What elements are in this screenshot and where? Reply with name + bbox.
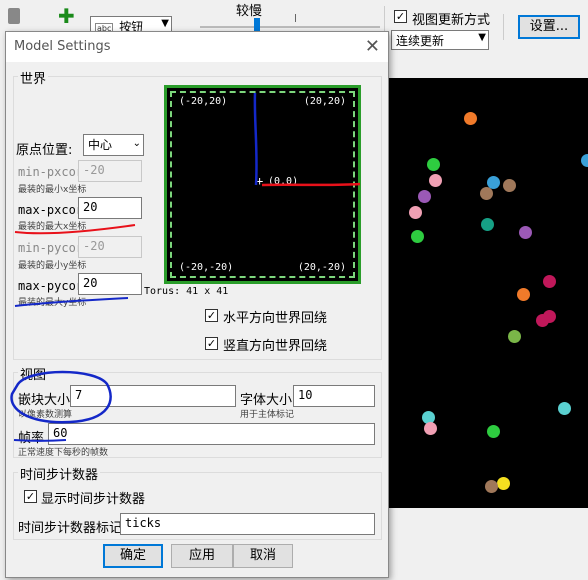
turtle-agent bbox=[480, 187, 493, 200]
speed-slider-track[interactable] bbox=[200, 26, 380, 28]
font-size-label: 字体大小 bbox=[240, 393, 293, 408]
speed-slider-tick bbox=[295, 14, 296, 22]
min-pycor-label: min-pycor bbox=[18, 241, 84, 255]
max-pycor-field[interactable]: 20 bbox=[78, 273, 142, 295]
patch-size-hint: 以像素数测算 bbox=[18, 410, 73, 420]
corner-top-right: (20,20) bbox=[303, 96, 346, 107]
turtle-agent bbox=[497, 477, 510, 490]
view-update-label: 视图更新方式 bbox=[412, 13, 491, 28]
frame-rate-label: 帧率 bbox=[18, 431, 45, 446]
frame-rate-hint: 正常速度下每秒的帧数 bbox=[18, 448, 109, 458]
turtle-agent bbox=[517, 288, 530, 301]
view-group-title: 视图 bbox=[18, 364, 49, 383]
speed-label: 较慢 bbox=[236, 4, 263, 19]
settings-button[interactable]: 设置... bbox=[518, 15, 580, 39]
turtle-agent bbox=[481, 218, 494, 231]
turtle-agent bbox=[508, 330, 521, 343]
close-icon[interactable]: ✕ bbox=[365, 36, 380, 57]
origin-crosshair-icon: + bbox=[256, 174, 264, 188]
dialog-titlebar[interactable]: Model Settings ✕ bbox=[6, 32, 388, 62]
font-size-hint: 用于主体标记 bbox=[240, 410, 295, 420]
wrap-vertical-checkbox[interactable]: ✓ bbox=[205, 337, 218, 350]
max-pycor-label: max-pycor bbox=[18, 279, 84, 293]
origin-select[interactable]: 中心 ⌄ bbox=[83, 134, 144, 156]
world-preview: (-20,20) (20,20) (-20,-20) (20,-20) + (0… bbox=[164, 85, 361, 284]
toolbar-divider bbox=[503, 14, 504, 40]
chevron-down-icon: ⌄ bbox=[132, 138, 141, 149]
turtle-agent bbox=[424, 422, 437, 435]
max-pxcor-label: max-pxcor bbox=[18, 203, 84, 217]
dialog-title: Model Settings bbox=[14, 39, 111, 54]
world-group-title: 世界 bbox=[18, 68, 49, 87]
corner-bottom-right: (20,-20) bbox=[297, 262, 346, 273]
turtle-agent bbox=[429, 174, 442, 187]
font-size-field[interactable]: 10 bbox=[293, 385, 375, 407]
origin-value: 中心 bbox=[88, 138, 113, 152]
min-pycor-hint: 最装的最小y坐标 bbox=[18, 261, 87, 271]
max-pycor-hint: 最装的最大y坐标 bbox=[18, 298, 87, 308]
min-pxcor-label: min-pxcor bbox=[18, 165, 84, 179]
topology-label: Torus: 41 x 41 bbox=[144, 286, 229, 297]
turtle-agent bbox=[558, 402, 571, 415]
wrap-vertical-label: 竖直方向世界回绕 bbox=[223, 339, 328, 354]
turtle-agent bbox=[418, 190, 431, 203]
min-pxcor-hint: 最装的最小x坐标 bbox=[18, 185, 87, 195]
patch-size-field[interactable]: 7 bbox=[70, 385, 236, 407]
tick-counter-label-label: 时间步计数器标记 bbox=[18, 521, 123, 536]
patch-size-label: 嵌块大小 bbox=[18, 393, 71, 408]
turtle-agent bbox=[411, 230, 424, 243]
chevron-down-icon: ▼ bbox=[478, 32, 486, 43]
corner-top-left: (-20,20) bbox=[179, 96, 228, 107]
turtle-agent bbox=[427, 158, 440, 171]
turtle-agent bbox=[519, 226, 532, 239]
model-settings-dialog: Model Settings ✕ 世界 原点位置: 中心 ⌄ min-pxcor… bbox=[5, 31, 389, 578]
turtle-agent bbox=[543, 275, 556, 288]
speed-slider-thumb[interactable] bbox=[254, 18, 260, 32]
chevron-down-icon: ▼ bbox=[161, 18, 169, 29]
apply-button[interactable]: 应用 bbox=[171, 544, 233, 568]
show-tick-counter-label: 显示时间步计数器 bbox=[41, 492, 146, 507]
plus-icon[interactable]: ✚ bbox=[58, 6, 75, 26]
max-pxcor-hint: 最装的最大x坐标 bbox=[18, 222, 87, 232]
turtle-agent bbox=[409, 206, 422, 219]
turtle-agent bbox=[487, 425, 500, 438]
max-pxcor-field[interactable]: 20 bbox=[78, 197, 142, 219]
bottom-panel bbox=[389, 508, 588, 580]
frame-rate-field[interactable]: 60 bbox=[48, 423, 375, 445]
turtle-agent bbox=[503, 179, 516, 192]
cancel-button[interactable]: 取消 bbox=[233, 544, 293, 568]
view-update-checkbox[interactable]: ✓ bbox=[394, 10, 407, 23]
turtle-agent bbox=[464, 112, 477, 125]
tick-counter-group-title: 时间步计数器 bbox=[18, 464, 101, 483]
show-tick-counter-checkbox[interactable]: ✓ bbox=[24, 490, 37, 503]
corner-bottom-left: (-20,-20) bbox=[179, 262, 234, 273]
toolbar-misc-icon[interactable] bbox=[8, 8, 20, 24]
ok-button[interactable]: 确定 bbox=[103, 544, 163, 568]
turtle-agent bbox=[581, 154, 588, 167]
origin-marker: (0,0) bbox=[268, 176, 299, 187]
world-view[interactable] bbox=[389, 78, 588, 508]
view-update-mode-value: 连续更新 bbox=[396, 34, 445, 48]
origin-label: 原点位置: bbox=[16, 143, 73, 158]
turtle-agent bbox=[543, 310, 556, 323]
tick-counter-label-field[interactable]: ticks bbox=[120, 513, 375, 535]
wrap-horizontal-checkbox[interactable]: ✓ bbox=[205, 309, 218, 322]
turtle-agent bbox=[485, 480, 498, 493]
view-update-mode-select[interactable]: 连续更新 ▼ bbox=[391, 30, 489, 50]
min-pycor-field[interactable]: -20 bbox=[78, 236, 142, 258]
wrap-horizontal-label: 水平方向世界回绕 bbox=[223, 311, 328, 326]
min-pxcor-field[interactable]: -20 bbox=[78, 160, 142, 182]
